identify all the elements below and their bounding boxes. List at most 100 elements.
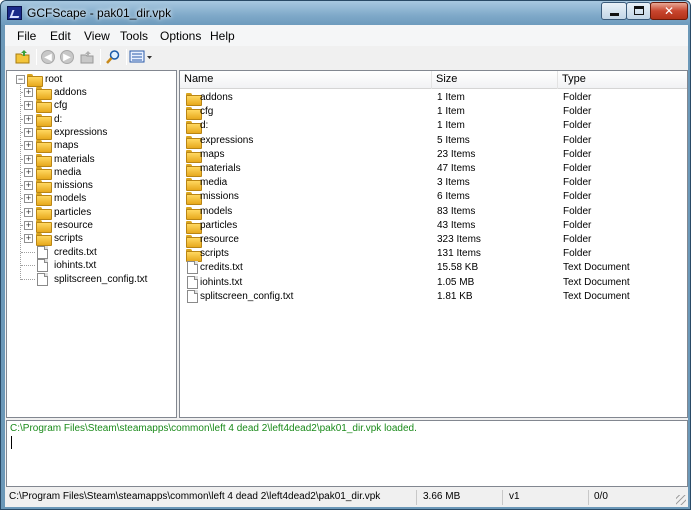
folder-icon	[186, 235, 202, 248]
list-item[interactable]: media 3 Items Folder	[180, 176, 687, 191]
menu-edit[interactable]: Edit	[50, 29, 71, 43]
folder-icon	[186, 93, 202, 106]
tree-connector	[21, 265, 35, 266]
menu-options[interactable]: Options	[160, 29, 201, 43]
list-item[interactable]: models 83 Items Folder	[180, 205, 687, 220]
console-log[interactable]: C:\Program Files\Steam\steamapps\common\…	[6, 420, 688, 487]
list-item-type: Folder	[563, 120, 592, 131]
list-item[interactable]: materials 47 Items Folder	[180, 162, 687, 177]
tree-item-label: missions	[54, 180, 93, 191]
list-item-name: d:	[200, 120, 209, 131]
expand-icon[interactable]: +	[24, 101, 33, 110]
tree-connector	[20, 83, 21, 280]
list-item-type: Folder	[563, 92, 592, 103]
list-item-type: Folder	[563, 163, 592, 174]
file-list[interactable]: Name Size Type addons 1 Item Folder cfg 1 It…	[179, 70, 688, 418]
resize-grip[interactable]	[676, 495, 686, 505]
document-icon	[37, 246, 48, 259]
list-item-size: 1.05 MB	[437, 277, 475, 288]
tree-item-label: cfg	[54, 100, 68, 111]
expand-icon[interactable]: +	[24, 115, 33, 124]
list-item-type: Folder	[563, 220, 592, 231]
list-item-name: resource	[200, 234, 239, 245]
maximize-button[interactable]	[626, 2, 651, 20]
tree-item-label: media	[54, 167, 82, 178]
status-path: C:\Program Files\Steam\steamapps\common\…	[6, 490, 417, 505]
menu-tools[interactable]: Tools	[120, 29, 148, 43]
close-button[interactable]: ✕	[650, 2, 688, 20]
list-item[interactable]: splitscreen_config.txt 1.81 KB Text Docume…	[180, 290, 687, 304]
list-item-type: Folder	[563, 248, 592, 259]
expand-icon[interactable]: +	[24, 155, 33, 164]
expand-icon[interactable]: +	[24, 88, 33, 97]
minimize-button[interactable]	[601, 2, 627, 20]
menu-view[interactable]: View	[84, 29, 110, 43]
list-item-type: Folder	[563, 135, 592, 146]
minimize-icon	[610, 13, 619, 16]
expand-icon[interactable]: +	[24, 128, 33, 137]
list-item-size: 23 Items	[437, 149, 476, 160]
folder-icon	[36, 127, 52, 140]
collapse-icon[interactable]: −	[16, 75, 25, 84]
status-version: v1	[506, 490, 589, 505]
maximize-icon	[634, 6, 644, 15]
folder-tree[interactable]: − root + addons + cfg + d: + expressions + maps + m…	[6, 70, 177, 418]
back-icon[interactable]: ◀	[41, 50, 55, 64]
list-item-name: expressions	[200, 135, 254, 146]
tree-item-label: splitscreen_config.txt	[54, 274, 148, 285]
expand-icon[interactable]: +	[24, 234, 33, 243]
list-item-size: 1.81 KB	[437, 291, 473, 302]
list-item[interactable]: addons 1 Item Folder	[180, 91, 687, 106]
tree-item-label: particles	[54, 207, 92, 218]
list-item-name: splitscreen_config.txt	[200, 291, 294, 302]
open-icon[interactable]	[15, 49, 31, 65]
status-bar: C:\Program Files\Steam\steamapps\common\…	[5, 488, 688, 507]
folder-icon	[36, 207, 52, 220]
document-icon	[37, 259, 48, 272]
find-icon[interactable]	[105, 49, 121, 65]
list-item-name: materials	[200, 163, 241, 174]
column-header-size[interactable]: Size	[432, 71, 558, 89]
document-icon	[37, 273, 48, 286]
list-item[interactable]: missions 6 Items Folder	[180, 190, 687, 205]
folder-icon	[36, 233, 52, 246]
tree-item-label: maps	[54, 140, 79, 151]
forward-icon[interactable]: ▶	[60, 50, 74, 64]
tree-item-label: scripts	[54, 233, 83, 244]
list-item[interactable]: scripts 131 Items Folder	[180, 247, 687, 262]
list-item[interactable]: d: 1 Item Folder	[180, 119, 687, 134]
folder-icon	[186, 221, 202, 234]
list-item[interactable]: maps 23 Items Folder	[180, 148, 687, 163]
list-item[interactable]: resource 323 Items Folder	[180, 233, 687, 248]
expand-icon[interactable]: +	[24, 141, 33, 150]
list-item[interactable]: expressions 5 Items Folder	[180, 134, 687, 149]
title-bar[interactable]: GCFScape - pak01_dir.vpk ✕	[1, 1, 690, 25]
list-item-type: Folder	[563, 106, 592, 117]
list-item[interactable]: cfg 1 Item Folder	[180, 105, 687, 120]
folder-icon	[36, 87, 52, 100]
list-item[interactable]: iohints.txt 1.05 MB Text Document	[180, 276, 687, 290]
expand-icon[interactable]: +	[24, 194, 33, 203]
list-item-type: Text Document	[563, 291, 630, 302]
expand-icon[interactable]: +	[24, 208, 33, 217]
expand-icon[interactable]: +	[24, 168, 33, 177]
list-item-type: Text Document	[563, 277, 630, 288]
text-caret	[11, 436, 12, 449]
client-area: File Edit View Tools Options Help ◀ ▶ − …	[5, 25, 688, 507]
up-icon[interactable]	[79, 49, 95, 65]
folder-icon	[186, 107, 202, 120]
view-icon[interactable]	[129, 49, 155, 65]
menu-file[interactable]: File	[17, 29, 36, 43]
expand-icon[interactable]: +	[24, 221, 33, 230]
menu-help[interactable]: Help	[210, 29, 235, 43]
list-item-name: cfg	[200, 106, 214, 117]
column-header-type[interactable]: Type	[558, 71, 687, 89]
list-item[interactable]: credits.txt 15.58 KB Text Document	[180, 261, 687, 275]
column-header-name[interactable]: Name	[180, 71, 432, 89]
list-item-size: 1 Item	[437, 92, 465, 103]
list-item[interactable]: particles 43 Items Folder	[180, 219, 687, 234]
toolbar-separator	[100, 49, 101, 65]
list-item-name: maps	[200, 149, 225, 160]
expand-icon[interactable]: +	[24, 181, 33, 190]
toolbar: ◀ ▶	[5, 46, 688, 68]
